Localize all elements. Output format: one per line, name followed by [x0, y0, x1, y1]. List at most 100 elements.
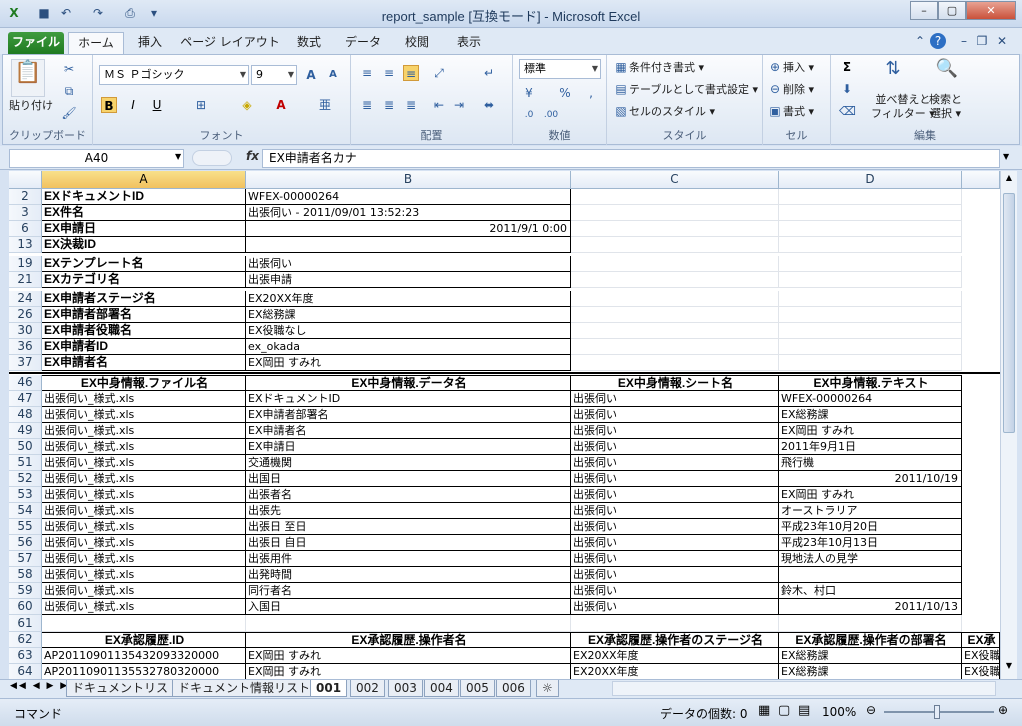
cell[interactable]: EX申請者部署名 [246, 407, 571, 423]
fill-icon[interactable]: ⬇ [839, 81, 855, 97]
cell[interactable] [571, 339, 779, 355]
cell[interactable] [779, 237, 962, 253]
insert-sheet-icon[interactable]: ☼ [536, 680, 559, 697]
cell[interactable]: EX申請者名 [42, 355, 246, 371]
cell-styles-button[interactable]: ▧ セルのスタイル ▾ [613, 103, 715, 119]
cell[interactable] [779, 272, 962, 288]
cell[interactable]: 出張日 至日 [246, 519, 571, 535]
zoom-slider-thumb[interactable] [934, 705, 940, 719]
row-header[interactable]: 48 [9, 407, 42, 423]
paste-icon[interactable]: 📋 [11, 59, 45, 97]
cut-icon[interactable]: ✂ [61, 61, 77, 77]
currency-icon[interactable]: ¥ [521, 85, 537, 101]
formula-input[interactable]: EX申請者名カナ [262, 149, 1000, 168]
cell[interactable]: 出張伺い_様式.xls [42, 391, 246, 407]
cell[interactable]: EX中身情報.データ名 [246, 375, 571, 391]
cell[interactable]: 出張伺い_様式.xls [42, 503, 246, 519]
cell[interactable]: 出張伺い_様式.xls [42, 487, 246, 503]
cell[interactable] [779, 355, 962, 371]
row-header[interactable]: 62 [9, 632, 42, 648]
cell[interactable]: 出張用件 [246, 551, 571, 567]
cell[interactable] [779, 567, 962, 583]
decrease-decimal-icon[interactable]: .00 [543, 107, 559, 123]
cell[interactable]: EX件名 [42, 205, 246, 221]
percent-icon[interactable]: % [557, 85, 573, 101]
tab-file[interactable]: ファイル [8, 32, 64, 54]
wrap-text-icon[interactable]: ↵ [481, 65, 497, 81]
tab-insert[interactable]: 挿入 [128, 32, 172, 54]
row-header[interactable]: 64 [9, 664, 42, 679]
horizontal-scrollbar[interactable] [612, 681, 996, 696]
bold-icon[interactable]: B [101, 97, 117, 113]
cell[interactable]: 出張伺い - 2011/09/01 13:52:23 [246, 205, 571, 221]
scroll-up-icon[interactable]: ▲ [1003, 173, 1015, 187]
name-box-dropdown-icon[interactable]: ▼ [175, 152, 181, 161]
format-cells-button[interactable]: ▣ 書式 ▾ [767, 103, 814, 119]
cell[interactable]: 出張日 自日 [246, 535, 571, 551]
formula-controls[interactable] [192, 150, 232, 166]
doc-restore-icon[interactable]: ❐ [974, 33, 990, 49]
vertical-scroll-thumb[interactable] [1003, 193, 1015, 433]
conditional-formatting-button[interactable]: ▦ 条件付き書式 ▾ [613, 59, 704, 75]
cell[interactable]: 出張伺い [571, 439, 779, 455]
cell[interactable] [42, 615, 246, 632]
cell[interactable]: WFEX-00000264 [779, 391, 962, 407]
cell[interactable]: 2011/10/19 [779, 471, 962, 487]
row-header[interactable]: 3 [9, 205, 42, 221]
cell[interactable]: オーストラリア [779, 503, 962, 519]
cell[interactable]: 出張伺い_様式.xls [42, 599, 246, 615]
cell[interactable]: 出張伺い [571, 455, 779, 471]
cell[interactable]: EX承認履歴.操作者の部署名 [779, 632, 962, 648]
cell[interactable]: 出張伺い [571, 567, 779, 583]
align-bottom-icon[interactable]: ≡ [403, 65, 419, 81]
cell[interactable]: 現地法人の見学 [779, 551, 962, 567]
zoom-level[interactable]: 100% [822, 705, 856, 719]
cell[interactable]: ex_okada [246, 339, 571, 355]
cell[interactable]: 出張伺い [571, 519, 779, 535]
row-header[interactable]: 50 [9, 439, 42, 455]
row-header[interactable]: 58 [9, 567, 42, 583]
font-name-combo[interactable]: ＭＳ Ｐゴシック ▼ [99, 65, 249, 85]
cell[interactable]: EX中身情報.シート名 [571, 375, 779, 391]
shrink-font-icon[interactable]: A [325, 67, 341, 83]
cell[interactable]: EXテンプレート名 [42, 256, 246, 272]
cell[interactable]: EX総務課 [779, 648, 962, 664]
cell[interactable]: 出張伺い [571, 471, 779, 487]
row-header[interactable]: 19 [9, 256, 42, 272]
grow-font-icon[interactable]: A [303, 67, 319, 83]
cell[interactable] [779, 256, 962, 272]
minimize-ribbon-icon[interactable]: ⌃ [912, 33, 928, 49]
column-header-a[interactable]: A [42, 171, 246, 189]
cell[interactable]: 2011年9月1日 [779, 439, 962, 455]
cell[interactable]: 出張伺い_様式.xls [42, 519, 246, 535]
cell[interactable] [779, 339, 962, 355]
sort-filter-button[interactable]: 並べ替えと フィルター ▾ [871, 93, 935, 121]
cell[interactable]: EX承認履歴.操作者のステージ名 [571, 632, 779, 648]
cell[interactable]: EXドキュメントID [42, 189, 246, 205]
paste-button[interactable]: 貼り付け [9, 97, 53, 113]
cell[interactable] [246, 615, 571, 632]
row-header[interactable]: 54 [9, 503, 42, 519]
autosum-icon[interactable]: Σ [839, 59, 855, 75]
find-select-button[interactable]: 検索と 選択 ▾ [929, 93, 962, 121]
insert-function-icon[interactable]: fx [246, 149, 259, 163]
worksheet-grid[interactable]: A B C D 2 EXドキュメントID WFEX-00000264 3 EX件名 出張伺い - … [9, 171, 1000, 679]
row-header[interactable]: 26 [9, 307, 42, 323]
cell[interactable]: EX20XX年度 [246, 291, 571, 307]
cell[interactable] [571, 615, 779, 632]
cell[interactable]: 入国日 [246, 599, 571, 615]
cell[interactable]: EX総務課 [246, 307, 571, 323]
row-header[interactable]: 53 [9, 487, 42, 503]
row-header[interactable]: 37 [9, 355, 42, 371]
column-header-b[interactable]: B [246, 171, 571, 189]
vertical-scrollbar[interactable]: ▲ ▼ [1000, 171, 1017, 679]
format-as-table-button[interactable]: ▤ テーブルとして書式設定 ▾ [613, 81, 758, 97]
cell[interactable]: 飛行機 [779, 455, 962, 471]
number-format-combo[interactable]: 標準 ▼ [519, 59, 601, 79]
cell[interactable]: 出張伺い_様式.xls [42, 583, 246, 599]
cell[interactable]: 鈴木、村口 [779, 583, 962, 599]
sheet-tab[interactable]: ドキュメント情報リスト [172, 680, 317, 697]
row-header[interactable]: 2 [9, 189, 42, 205]
cell[interactable]: 出張伺い [571, 551, 779, 567]
tab-data[interactable]: データ [338, 32, 388, 54]
